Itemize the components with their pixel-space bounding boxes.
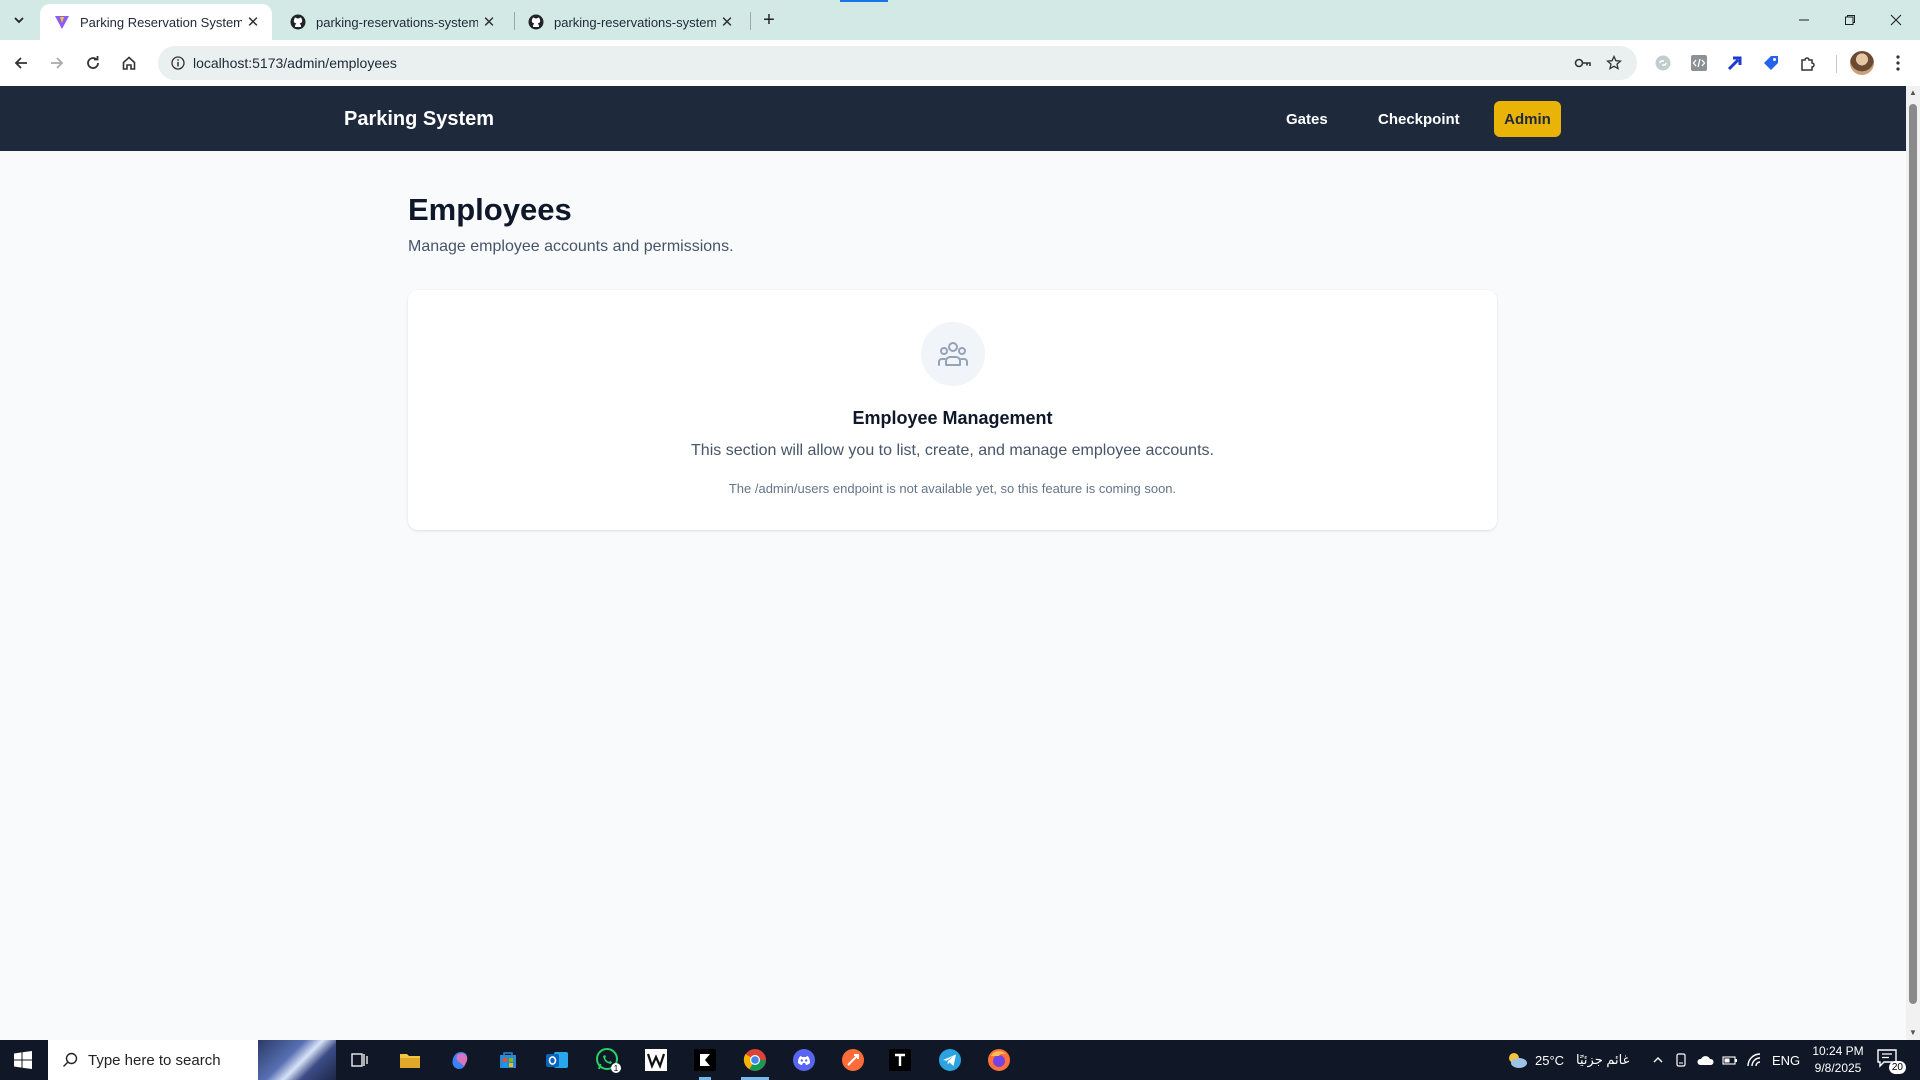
github-favicon-icon — [290, 14, 306, 30]
minimize-icon[interactable] — [1781, 0, 1827, 40]
search-icon — [63, 1052, 78, 1067]
employee-management-card: Employee Management This section will al… — [408, 290, 1497, 530]
notification-count: 20 — [1888, 1061, 1906, 1074]
extension-tag-icon[interactable] — [1759, 51, 1783, 75]
system-tray-icons: ENG — [1652, 1040, 1800, 1080]
typora-icon[interactable] — [880, 1044, 920, 1076]
scroll-down-arrow-icon[interactable]: ▼ — [1909, 1029, 1917, 1037]
extension-blue-arrow-icon[interactable] — [1723, 51, 1747, 75]
partly-cloudy-icon — [1509, 1053, 1527, 1068]
vite-favicon-icon — [55, 16, 69, 29]
forward-arrow-icon[interactable] — [42, 48, 72, 78]
postman-icon[interactable] — [833, 1044, 873, 1076]
reload-icon[interactable] — [78, 48, 108, 78]
wifi-icon[interactable] — [1746, 1053, 1762, 1067]
whatsapp-icon[interactable]: 1 — [588, 1044, 628, 1076]
nav-link-checkpoint[interactable]: Checkpoint — [1378, 111, 1460, 128]
browser-tab-github-1[interactable]: parking-reservations-system-ta ✕ — [276, 4, 508, 40]
page-scrollbar[interactable]: ▲ ▼ — [1906, 86, 1920, 1040]
weather-temperature: 25°C — [1535, 1052, 1565, 1068]
search-placeholder: Type here to search — [88, 1051, 221, 1069]
new-tab-button[interactable]: + — [757, 8, 781, 32]
windows-taskbar: Type here to search 1 25°C غائم جزئيًا E… — [0, 1040, 1920, 1080]
windows-start-icon[interactable] — [0, 1040, 46, 1080]
battery-icon[interactable] — [1722, 1054, 1738, 1066]
search-highlight-image[interactable] — [258, 1040, 336, 1080]
clock-date: 9/8/2025 — [1814, 1061, 1862, 1075]
tab-search-chevron-icon[interactable] — [6, 9, 32, 31]
users-icon — [938, 342, 968, 366]
toolbar-divider — [1836, 55, 1837, 73]
bookmark-star-icon[interactable] — [1602, 51, 1626, 75]
writing-app-icon[interactable] — [636, 1044, 676, 1076]
microsoft-store-icon[interactable] — [488, 1044, 528, 1076]
tab-title: Parking Reservation System — [80, 14, 242, 30]
whatsapp-badge: 1 — [614, 1064, 619, 1073]
back-arrow-icon[interactable] — [6, 48, 36, 78]
telegram-icon[interactable] — [930, 1044, 970, 1076]
outlook-icon[interactable] — [537, 1044, 577, 1076]
page-viewport: Parking System Gates Checkpoint Admin Em… — [0, 86, 1906, 1040]
github-favicon-icon — [528, 14, 544, 30]
address-bar[interactable]: localhost:5173/admin/employees — [158, 46, 1637, 80]
meet-now-icon[interactable] — [1674, 1053, 1688, 1067]
browser-tabstrip: Parking Reservation System ✕ parking-res… — [0, 0, 1920, 40]
restore-icon[interactable] — [1827, 0, 1873, 40]
weather-widget[interactable]: 25°C غائم جزئيًا — [1505, 1040, 1629, 1080]
terminal-app-icon[interactable] — [685, 1044, 725, 1080]
copilot-icon[interactable] — [440, 1044, 480, 1076]
browser-toolbar: localhost:5173/admin/employees — [0, 40, 1920, 86]
tab-divider — [750, 12, 751, 30]
browser-tab-parking[interactable]: Parking Reservation System ✕ — [40, 4, 272, 40]
close-tab-icon[interactable]: ✕ — [478, 11, 500, 33]
card-icon-circle — [921, 322, 985, 386]
page-subtitle: Manage employee accounts and permissions… — [408, 238, 734, 255]
page-title: Employees — [408, 192, 572, 227]
card-title: Employee Management — [852, 408, 1053, 428]
system-clock[interactable]: 10:24 PM 9/8/2025 — [1810, 1043, 1866, 1077]
card-note: The /admin/users endpoint is not availab… — [728, 481, 1177, 496]
close-window-icon[interactable] — [1873, 0, 1919, 40]
tab-loading-indicator — [840, 0, 888, 2]
card-description: This section will allow you to list, cre… — [691, 442, 1214, 459]
chrome-taskbar-icon[interactable] — [735, 1044, 775, 1080]
brand-logo-text[interactable]: Parking System — [344, 108, 494, 131]
nav-link-admin[interactable]: Admin — [1494, 101, 1561, 137]
onedrive-cloud-icon[interactable] — [1696, 1054, 1714, 1066]
scroll-up-arrow-icon[interactable]: ▲ — [1909, 89, 1917, 97]
home-icon[interactable] — [114, 48, 144, 78]
weather-condition: غائم جزئيًا — [1576, 1052, 1630, 1067]
scrollbar-thumb[interactable] — [1909, 104, 1917, 1004]
file-explorer-icon[interactable] — [390, 1044, 430, 1076]
notification-center-icon[interactable]: 20 — [1876, 1048, 1906, 1074]
url-text[interactable]: localhost:5173/admin/employees — [193, 55, 397, 71]
task-view-icon[interactable] — [340, 1044, 380, 1076]
tab-title: parking-reservations-system-ta — [316, 14, 478, 30]
profile-avatar[interactable] — [1850, 51, 1874, 75]
password-key-icon[interactable] — [1571, 51, 1595, 75]
extension-link-icon[interactable] — [1651, 51, 1675, 75]
close-tab-icon[interactable]: ✕ — [242, 11, 264, 33]
close-tab-icon[interactable]: ✕ — [716, 11, 738, 33]
discord-icon[interactable] — [784, 1044, 824, 1076]
extensions-puzzle-icon[interactable] — [1796, 51, 1820, 75]
clock-time: 10:24 PM — [1812, 1044, 1864, 1058]
browser-tab-github-2[interactable]: parking-reservations-system-ta ✕ — [514, 4, 746, 40]
site-info-icon[interactable] — [166, 51, 190, 75]
app-navbar: Parking System Gates Checkpoint Admin — [0, 86, 1906, 151]
input-language[interactable]: ENG — [1772, 1053, 1800, 1068]
show-hidden-icons-chevron-icon[interactable] — [1652, 1054, 1664, 1066]
firefox-icon[interactable] — [979, 1044, 1019, 1076]
extension-code-icon[interactable] — [1687, 51, 1711, 75]
nav-link-gates[interactable]: Gates — [1286, 111, 1328, 128]
tab-title: parking-reservations-system-ta — [554, 14, 716, 30]
chrome-menu-icon[interactable] — [1886, 51, 1910, 75]
taskbar-search-box[interactable]: Type here to search — [48, 1040, 336, 1080]
